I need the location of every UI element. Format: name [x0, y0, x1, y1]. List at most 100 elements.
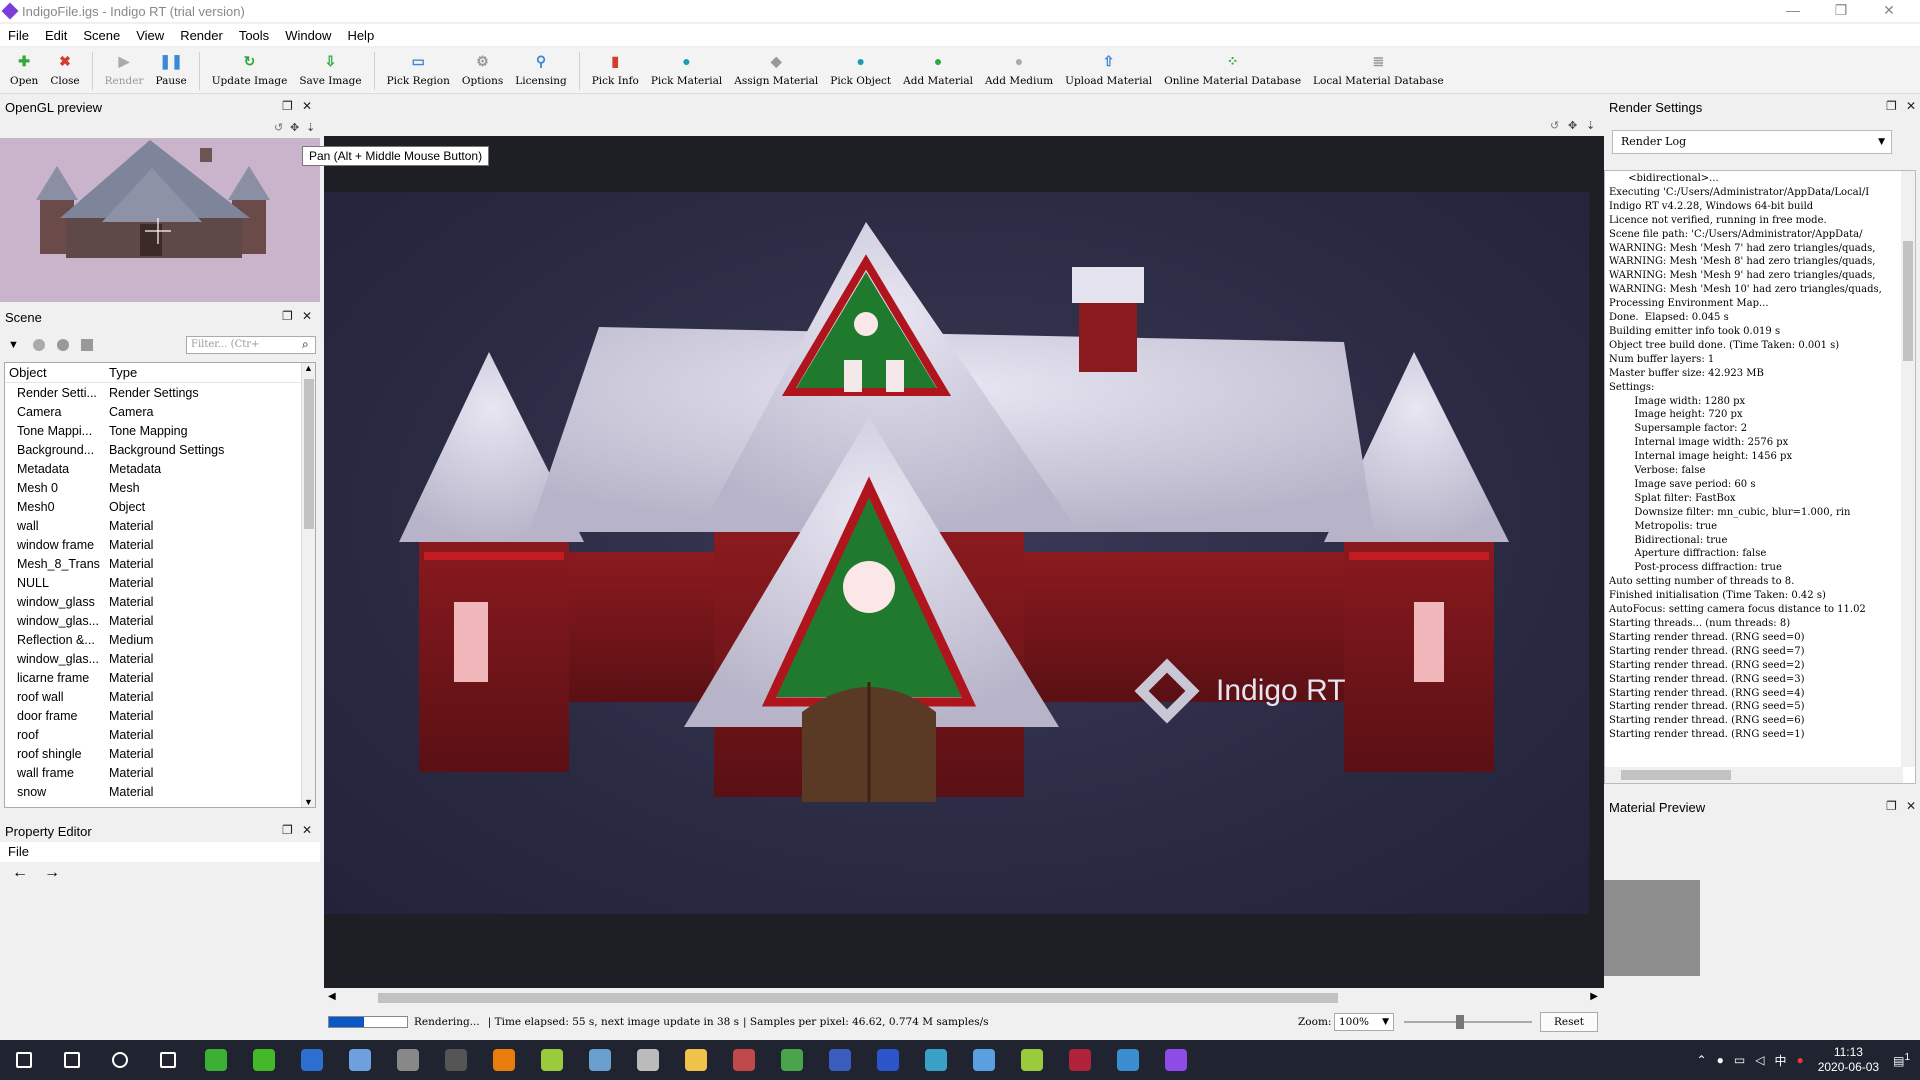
column-type[interactable]: Type: [105, 365, 137, 380]
chrome-icon[interactable]: [768, 1040, 816, 1080]
start-icon[interactable]: [0, 1040, 48, 1080]
menu-window[interactable]: Window: [277, 28, 339, 43]
scene-row[interactable]: snow Material: [5, 782, 315, 801]
file-explorer-icon[interactable]: [672, 1040, 720, 1080]
add-object-icon[interactable]: [32, 339, 45, 351]
float-icon[interactable]: ❐: [282, 823, 293, 837]
options-button[interactable]: ⚙ Options: [456, 48, 509, 94]
app-circle-icon[interactable]: [960, 1040, 1008, 1080]
app-avatar-icon[interactable]: [720, 1040, 768, 1080]
render-log-hscrollbar[interactable]: [1605, 767, 1903, 783]
pick-object-button[interactable]: ● Pick Object: [824, 48, 897, 94]
zoom-icon[interactable]: ⇣: [1586, 119, 1595, 132]
render-log[interactable]: <bidirectional>... Executing 'C:/Users/Ad…: [1604, 170, 1916, 784]
app-n-icon[interactable]: [816, 1040, 864, 1080]
app-obs-icon[interactable]: [432, 1040, 480, 1080]
maximize-button[interactable]: ❐: [1818, 0, 1864, 22]
collapse-icon[interactable]: ▼: [8, 339, 19, 351]
viewport-scroll-thumb[interactable]: [378, 993, 1338, 1003]
render-button[interactable]: ▶ Render: [99, 48, 150, 94]
scene-row[interactable]: NULL Material: [5, 573, 315, 592]
close-button[interactable]: ✖ Close: [44, 48, 85, 94]
reset-view-icon[interactable]: ↺: [274, 121, 283, 134]
add-mesh-icon[interactable]: [80, 339, 93, 351]
app-bird-icon[interactable]: [336, 1040, 384, 1080]
search-icon[interactable]: ⌕: [302, 337, 309, 352]
app-x-icon[interactable]: [240, 1040, 288, 1080]
menu-render[interactable]: Render: [172, 28, 231, 43]
volume-icon[interactable]: ◁: [1755, 1053, 1764, 1067]
upload-material-button[interactable]: ⇧ Upload Material: [1059, 48, 1158, 94]
menu-help[interactable]: Help: [339, 28, 382, 43]
app-a-icon[interactable]: [1056, 1040, 1104, 1080]
opengl-viewport[interactable]: [0, 138, 320, 302]
zoom-slider[interactable]: [1404, 1021, 1532, 1023]
reset-button[interactable]: Reset: [1540, 1012, 1598, 1032]
app-rr-icon[interactable]: [384, 1040, 432, 1080]
scene-row[interactable]: door frame Material: [5, 706, 315, 725]
app-cloud-icon[interactable]: [624, 1040, 672, 1080]
render-viewport[interactable]: ↺ ✥ ⇣ Indigo RT: [324, 118, 1604, 988]
scroll-left-icon[interactable]: ◀: [328, 991, 336, 1002]
menu-view[interactable]: View: [128, 28, 172, 43]
menu-scene[interactable]: Scene: [75, 28, 128, 43]
forward-arrow-icon[interactable]: →: [44, 864, 60, 882]
online-material-database-button[interactable]: ⁘ Online Material Database: [1158, 48, 1307, 94]
app-monitor-icon[interactable]: [912, 1040, 960, 1080]
add-medium-button[interactable]: ● Add Medium: [979, 48, 1059, 94]
scene-row[interactable]: roof shingle Material: [5, 744, 315, 763]
scene-row[interactable]: Tone Mappi... Tone Mapping: [5, 421, 315, 440]
float-icon[interactable]: ❐: [282, 99, 293, 113]
pick-info-button[interactable]: ▮ Pick Info: [586, 48, 645, 94]
microphone-icon[interactable]: ●: [1717, 1053, 1724, 1067]
menu-tools[interactable]: Tools: [231, 28, 277, 43]
render-settings-select[interactable]: Render Log ▼: [1612, 130, 1892, 154]
open-button[interactable]: ✚ Open: [4, 48, 44, 94]
app-diamond2-icon[interactable]: [1008, 1040, 1056, 1080]
pause-button[interactable]: ❚❚ Pause: [149, 48, 192, 94]
local-material-database-button[interactable]: ≣ Local Material Database: [1307, 48, 1450, 94]
pan-icon[interactable]: ✥: [1568, 119, 1577, 132]
ime-indicator[interactable]: 中: [1774, 1052, 1786, 1069]
scene-filter-input[interactable]: Filter... (Ctr+: [186, 336, 316, 354]
update-image-button[interactable]: ↻ Update Image: [206, 48, 294, 94]
scene-scroll-thumb[interactable]: [304, 379, 314, 529]
close-icon[interactable]: ✕: [302, 99, 312, 113]
scroll-right-icon[interactable]: ▶: [1590, 991, 1598, 1002]
scene-row[interactable]: Camera Camera: [5, 402, 315, 421]
app-green-icon[interactable]: [192, 1040, 240, 1080]
indigo-icon[interactable]: [1152, 1040, 1200, 1080]
zoom-slider-handle[interactable]: [1456, 1015, 1464, 1029]
cortana-icon[interactable]: [96, 1040, 144, 1080]
search-icon[interactable]: [48, 1040, 96, 1080]
column-object[interactable]: Object: [5, 365, 105, 380]
menu-edit[interactable]: Edit: [37, 28, 75, 43]
scene-row[interactable]: window_glas... Material: [5, 649, 315, 668]
scene-row[interactable]: Background... Background Settings: [5, 440, 315, 459]
close-icon[interactable]: ✕: [1906, 99, 1916, 113]
scene-row[interactable]: licarne frame Material: [5, 668, 315, 687]
tray-expand-icon[interactable]: ⌃: [1697, 1053, 1707, 1067]
scene-row[interactable]: roof wall Material: [5, 687, 315, 706]
add-material-button[interactable]: ● Add Material: [897, 48, 979, 94]
scene-row[interactable]: window frame Material: [5, 535, 315, 554]
assign-material-button[interactable]: ◆ Assign Material: [728, 48, 824, 94]
close-icon[interactable]: ✕: [1906, 799, 1916, 813]
app-diamond-icon[interactable]: [528, 1040, 576, 1080]
zoom-select[interactable]: 100% ▼: [1334, 1013, 1394, 1031]
reset-view-icon[interactable]: ↺: [1550, 119, 1559, 132]
pan-icon[interactable]: ✥: [290, 121, 299, 134]
blender-icon[interactable]: [480, 1040, 528, 1080]
scene-row[interactable]: roof Material: [5, 725, 315, 744]
scene-row[interactable]: Metadata Metadata: [5, 459, 315, 478]
scene-row[interactable]: Mesh0 Object: [5, 497, 315, 516]
float-icon[interactable]: ❐: [282, 309, 293, 323]
close-icon[interactable]: ✕: [302, 823, 312, 837]
pick-region-button[interactable]: ▭ Pick Region: [381, 48, 456, 94]
add-material-small-icon[interactable]: [56, 339, 69, 351]
viewport-hscrollbar[interactable]: ◀ ▶: [324, 990, 1602, 1006]
scroll-down-icon[interactable]: ▼: [304, 797, 313, 807]
scene-row[interactable]: Mesh_8_Trans Material: [5, 554, 315, 573]
zoom-icon[interactable]: ⇣: [306, 121, 315, 134]
close-window-button[interactable]: ✕: [1866, 0, 1912, 22]
